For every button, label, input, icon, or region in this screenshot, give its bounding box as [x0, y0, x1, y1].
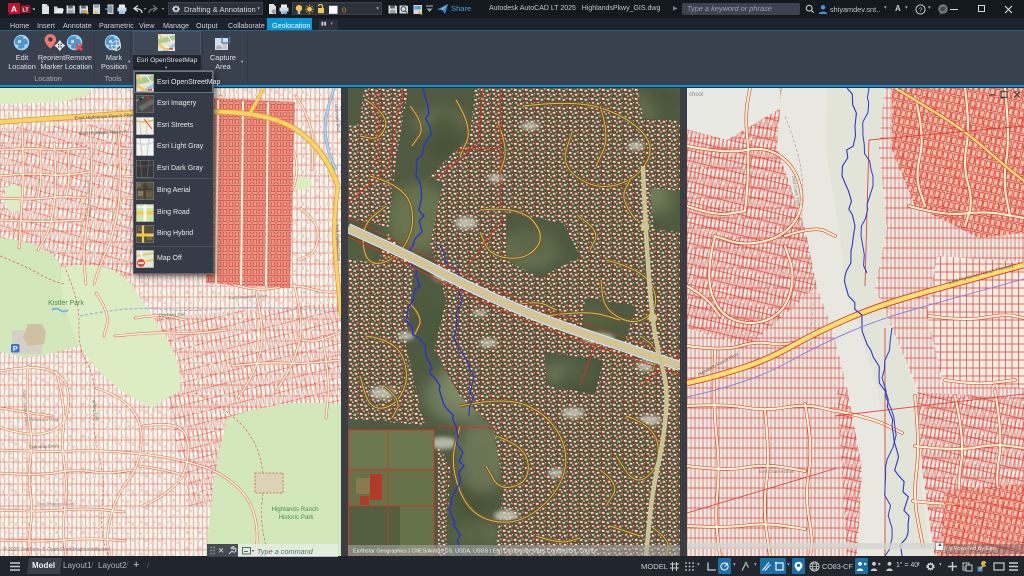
svg-text:chool: chool	[689, 92, 703, 98]
svg-text:LT: LT	[22, 7, 29, 13]
svg-text:?: ?	[919, 6, 923, 13]
svg-text:Historic Park: Historic Park	[278, 514, 314, 521]
svg-text:o: o	[964, 565, 967, 571]
svg-text:Earthstar Geographics | CNES/A: Earthstar Geographics | CNES/Airbus DS, …	[353, 549, 597, 555]
svg-text:Kistler Park: Kistler Park	[48, 300, 84, 307]
svg-text:A: A	[11, 4, 17, 14]
svg-text:Highlands Ranch: Highlands Ranch	[271, 506, 319, 513]
svg-text:Gateway Drive: Gateway Drive	[29, 443, 60, 449]
svg-text:Dutchess Trail: Dutchess Trail	[159, 312, 186, 318]
svg-text:P: P	[13, 344, 18, 353]
svg-text:0: 0	[342, 5, 346, 14]
svg-text:Rosewood Place: Rosewood Place	[29, 417, 60, 422]
svg-text:© 2025 TomTom, © OpenStreetMap: © 2025 TomTom, © OpenStreetMap contribut…	[3, 546, 111, 553]
svg-text:East Redwood Court: East Redwood Court	[38, 501, 76, 506]
svg-text:East Charles Drive: East Charles Drive	[759, 469, 795, 474]
